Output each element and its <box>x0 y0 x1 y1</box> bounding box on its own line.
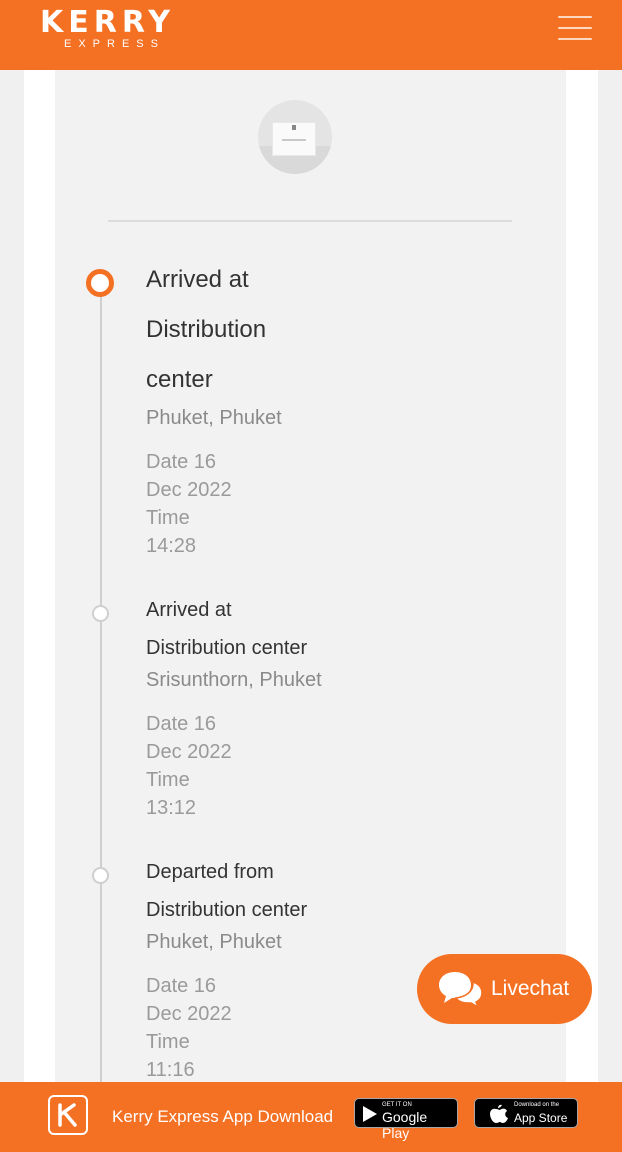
event-date: Dec 2022 <box>146 1003 232 1025</box>
app-store-small-text: Download on the <box>514 1102 560 1108</box>
divider <box>108 220 512 222</box>
event-time-label: Time <box>146 1031 190 1053</box>
livechat-label: Livechat <box>491 977 570 1000</box>
event-location: Phuket, Phuket <box>146 931 282 953</box>
event-date: Date 16 <box>146 451 217 473</box>
google-play-button[interactable]: GET IT ON Google Play <box>354 1098 458 1141</box>
hamburger-menu-icon[interactable] <box>556 14 596 44</box>
top-header: KERRY EXPRESS <box>0 0 622 70</box>
logo-main-text: KERRY <box>40 5 176 40</box>
timeline-line <box>100 290 102 1082</box>
event-time-label: Time <box>146 507 190 529</box>
event-title: center <box>146 366 213 393</box>
event-location: Phuket, Phuket <box>146 407 282 429</box>
kerry-express-logo[interactable]: KERRY EXPRESS <box>40 8 220 56</box>
event-title: Distribution center <box>146 637 308 659</box>
timeline-node-current <box>86 269 114 297</box>
app-store-text: App Store <box>514 1111 568 1125</box>
event-title: Distribution <box>146 316 267 343</box>
apple-icon <box>490 1104 508 1123</box>
parcel-box-icon[interactable] <box>258 100 332 174</box>
logo-sub-text: EXPRESS <box>64 38 165 50</box>
menu-bar <box>558 27 592 29</box>
app-download-footer: Kerry Express App Download GET IT ON Goo… <box>0 1082 622 1152</box>
event-date: Date 16 <box>146 975 217 997</box>
event-time: 14:28 <box>146 535 197 557</box>
app-download-label: Kerry Express App Download <box>112 1107 334 1126</box>
event-date: Dec 2022 <box>146 479 232 501</box>
event-time: 13:12 <box>146 797 197 819</box>
app-store-button[interactable]: Download on the App Store <box>474 1098 578 1128</box>
chat-bubbles-icon <box>439 972 483 1008</box>
event-time: 11:16 <box>146 1059 195 1081</box>
menu-bar <box>558 16 592 18</box>
kerry-k-logo-icon[interactable] <box>48 1095 88 1135</box>
menu-bar <box>558 38 592 40</box>
livechat-button[interactable]: Livechat <box>417 954 592 1024</box>
google-play-icon <box>363 1106 377 1122</box>
google-play-text: Google Play <box>382 1109 428 1141</box>
event-time-label: Time <box>146 769 190 791</box>
event-date: Date 16 <box>146 713 217 735</box>
timeline-node <box>92 605 109 622</box>
event-title: Arrived at <box>146 266 249 293</box>
event-title: Distribution center <box>146 899 308 921</box>
google-play-small-text: GET IT ON <box>382 1102 412 1108</box>
event-date: Dec 2022 <box>146 741 232 763</box>
event-title: Departed from <box>146 861 274 883</box>
event-title: Arrived at <box>146 599 232 621</box>
timeline-node <box>92 867 109 884</box>
event-location: Srisunthorn, Phuket <box>146 669 322 691</box>
